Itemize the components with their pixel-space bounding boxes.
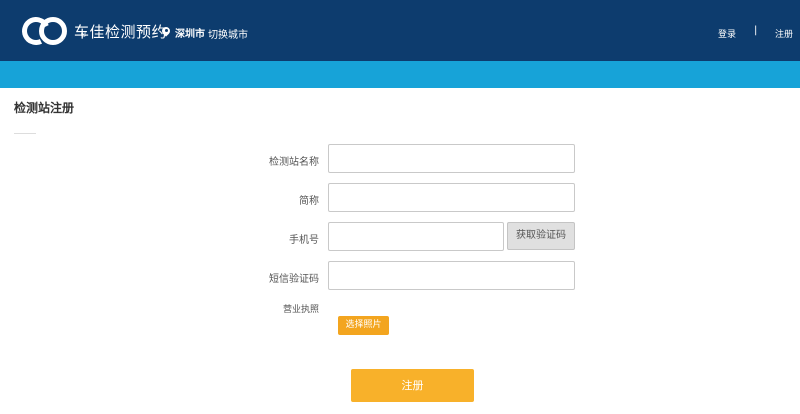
station-name-label: 检测站名称 — [269, 157, 319, 168]
station-name-input[interactable] — [328, 144, 575, 173]
phone-label: 手机号 — [289, 235, 319, 246]
get-code-button[interactable]: 获取验证码 — [507, 222, 575, 250]
app-title[interactable]: 车佳检测预约 — [74, 21, 167, 42]
short-name-input[interactable] — [328, 183, 575, 212]
current-city: 深圳市 — [175, 29, 205, 40]
switch-city-link[interactable]: 切换城市 — [208, 26, 248, 41]
nav-band — [0, 61, 800, 88]
map-pin-icon — [161, 27, 171, 39]
current-location: 深圳市 — [161, 25, 205, 40]
short-name-label: 简称 — [299, 196, 319, 207]
phone-input[interactable] — [328, 222, 504, 251]
logo-icon[interactable]: ® — [18, 13, 87, 49]
register-link[interactable]: 注册 — [775, 27, 793, 40]
license-label: 营业执照 — [282, 305, 319, 315]
sms-code-label: 短信验证码 — [269, 274, 319, 285]
top-header: ® 车佳检测预约 深圳市 切换城市 登录 | 注册 — [0, 0, 800, 61]
submit-register-button[interactable]: 注册 — [351, 369, 474, 402]
choose-photo-button[interactable]: 选择照片 — [338, 316, 389, 335]
nav-separator: | — [754, 25, 758, 36]
title-divider — [14, 133, 36, 134]
login-link[interactable]: 登录 — [718, 27, 736, 40]
page-title: 检测站注册 — [14, 101, 75, 115]
sms-code-input[interactable] — [328, 261, 575, 290]
